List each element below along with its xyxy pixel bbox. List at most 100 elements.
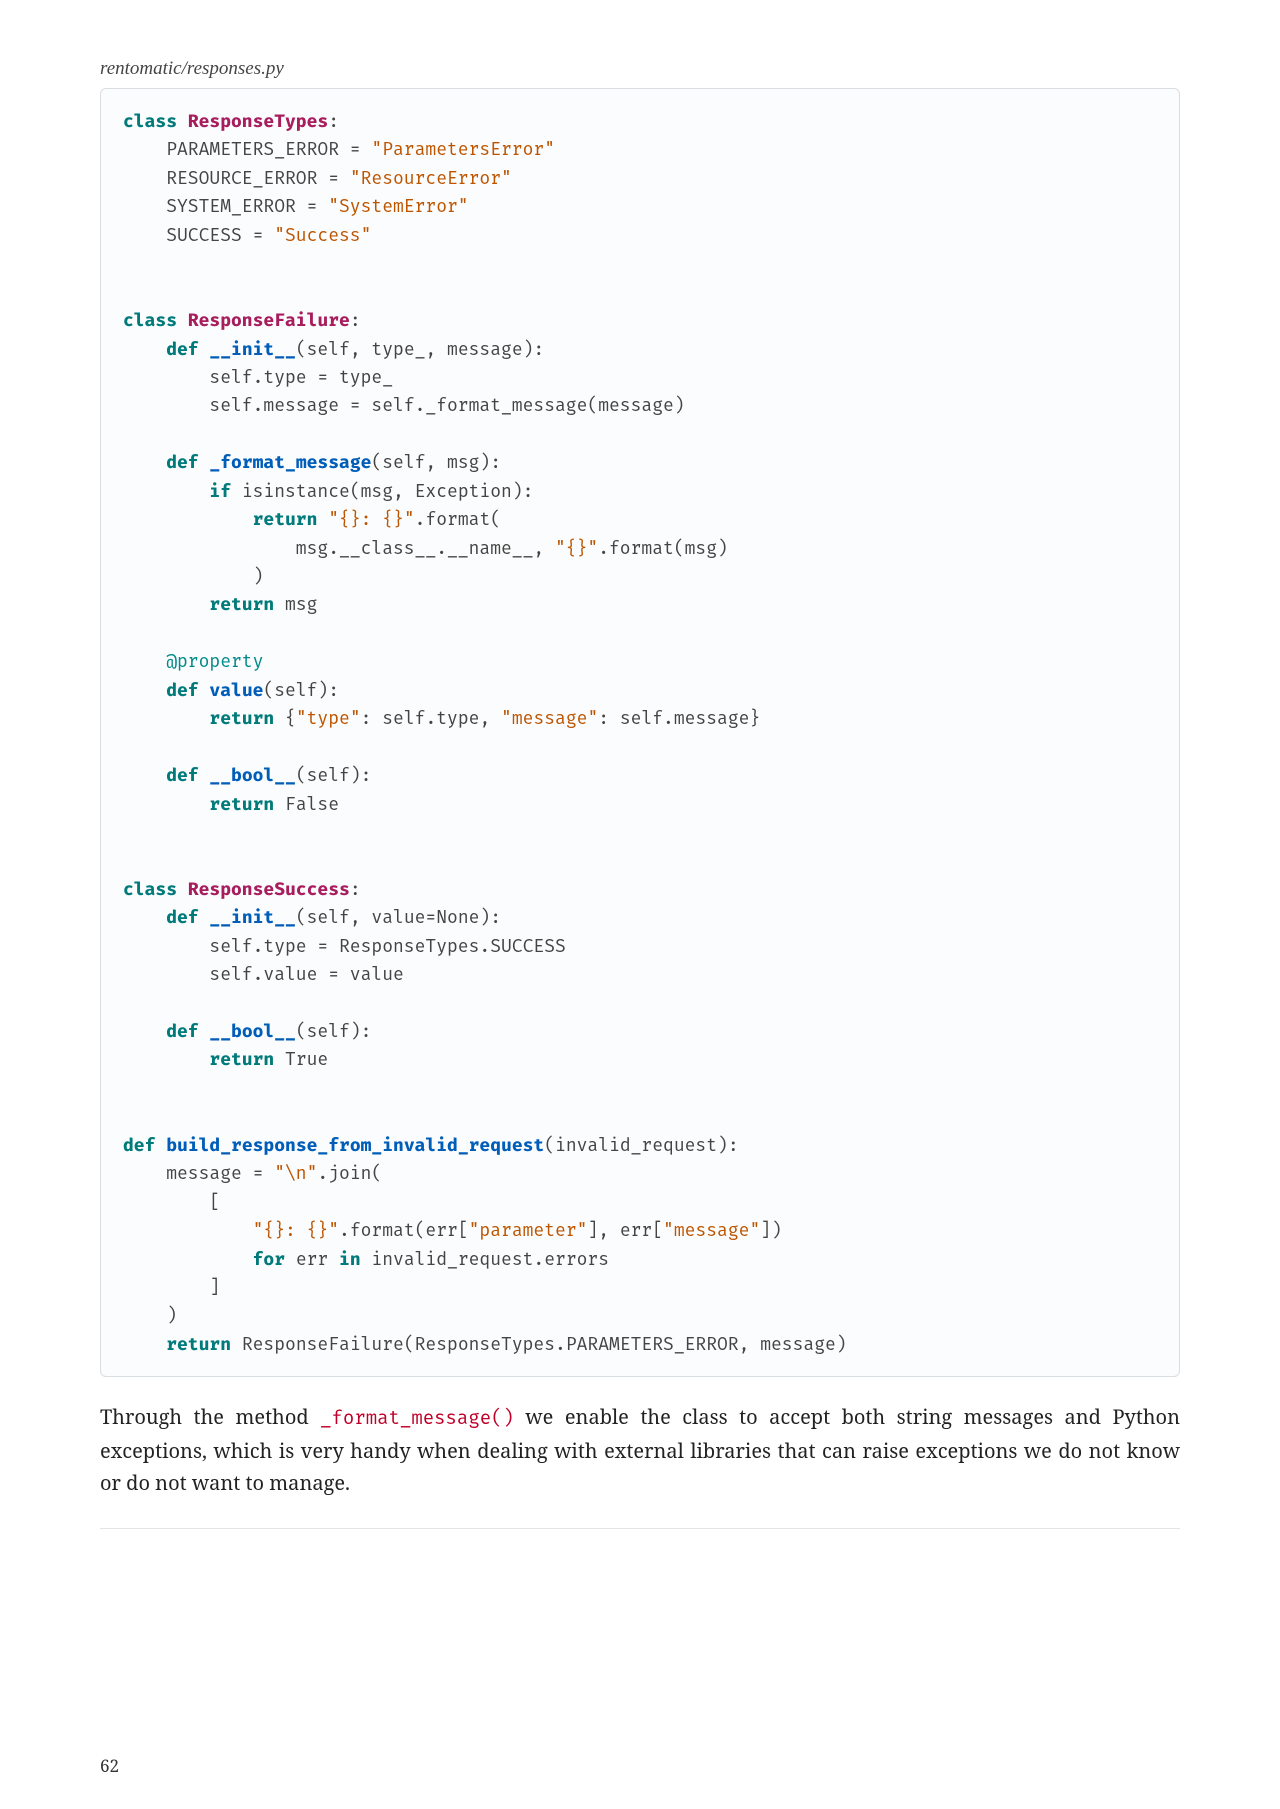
code-token xyxy=(123,593,209,615)
code-token: (self): xyxy=(296,1020,372,1042)
code-token xyxy=(123,707,209,729)
code-token: "type" xyxy=(296,707,361,729)
code-token: "parameter" xyxy=(469,1219,588,1241)
code-token xyxy=(177,878,188,900)
code-token: return xyxy=(209,707,274,729)
code-token: .format(msg) xyxy=(598,537,728,559)
code-token: (invalid_request): xyxy=(544,1134,738,1156)
code-token: ResponseFailure(ResponseTypes.PARAMETERS… xyxy=(231,1333,847,1355)
code-token: for xyxy=(253,1248,285,1270)
code-token: "\n" xyxy=(274,1162,317,1184)
code-token: isinstance(msg, Exception): xyxy=(231,480,533,502)
code-token: __init__ xyxy=(209,338,295,360)
code-token: __bool__ xyxy=(209,764,295,786)
code-token: class xyxy=(123,878,177,900)
code-token: _format_message xyxy=(209,451,371,473)
code-token: "{}: {}" xyxy=(328,508,414,530)
code-token xyxy=(317,508,328,530)
code-token: : xyxy=(350,309,361,331)
code-token: msg.__class__.__name__, xyxy=(123,537,555,559)
code-token xyxy=(123,1219,253,1241)
code-caption: rentomatic/responses.py xyxy=(100,58,1180,80)
code-token xyxy=(123,338,166,360)
code-token xyxy=(123,793,209,815)
code-token: "{}: {}" xyxy=(253,1219,339,1241)
code-token xyxy=(123,650,166,672)
code-token xyxy=(199,1020,210,1042)
code-token: { xyxy=(274,707,296,729)
code-token: .format(err[ xyxy=(339,1219,469,1241)
code-token: @property xyxy=(166,650,263,672)
code-token: self.value = value xyxy=(123,963,404,985)
code-token: ) xyxy=(123,1304,177,1326)
code-token: ) xyxy=(123,565,263,587)
code-token xyxy=(177,309,188,331)
code-token: msg xyxy=(274,593,317,615)
code-token xyxy=(123,1048,209,1070)
code-token: return xyxy=(209,593,274,615)
code-token: def xyxy=(166,679,198,701)
code-token xyxy=(123,764,166,786)
code-token: "ParametersError" xyxy=(371,138,555,160)
code-token: RESOURCE_ERROR = xyxy=(123,167,350,189)
code-token: : self.message} xyxy=(598,707,760,729)
code-token: (self, value=None): xyxy=(296,906,501,928)
code-token: return xyxy=(209,1048,274,1070)
code-token: in xyxy=(339,1248,361,1270)
page: rentomatic/responses.py class ResponseTy… xyxy=(0,0,1280,1809)
code-token xyxy=(123,1248,253,1270)
code-token: self.type = type_ xyxy=(123,366,393,388)
code-token xyxy=(199,679,210,701)
code-token: (self, type_, message): xyxy=(296,338,544,360)
code-token: .format( xyxy=(415,508,501,530)
code-token: "SystemError" xyxy=(328,195,468,217)
code-token: build_response_from_invalid_request xyxy=(166,1134,544,1156)
code-token: "Success" xyxy=(274,224,371,246)
code-token: return xyxy=(166,1333,231,1355)
code-token: : xyxy=(350,878,361,900)
code-token: ] xyxy=(123,1276,220,1298)
code-token: self.message = self._format_message(mess… xyxy=(123,394,685,416)
code-token: SYSTEM_ERROR = xyxy=(123,195,328,217)
code-token: return xyxy=(253,508,318,530)
code-token: : xyxy=(328,110,339,132)
code-token: True xyxy=(274,1048,328,1070)
code-token: "message" xyxy=(501,707,598,729)
code-token xyxy=(199,906,210,928)
code-token: def xyxy=(166,338,198,360)
page-number: 62 xyxy=(100,1754,119,1777)
code-token xyxy=(123,1020,166,1042)
code-token: def xyxy=(166,764,198,786)
code-token xyxy=(199,764,210,786)
code-token: SUCCESS = xyxy=(123,224,274,246)
code-token xyxy=(199,451,210,473)
code-token: ResponseTypes xyxy=(188,110,328,132)
code-token xyxy=(123,480,209,502)
code-token: class xyxy=(123,309,177,331)
inline-code: _format_message() xyxy=(320,1407,514,1430)
code-token: class xyxy=(123,110,177,132)
code-token xyxy=(155,1134,166,1156)
code-token: __bool__ xyxy=(209,1020,295,1042)
code-token: ]) xyxy=(760,1219,782,1241)
code-token: err xyxy=(285,1248,339,1270)
code-token xyxy=(123,679,166,701)
code-token: self.type = ResponseTypes.SUCCESS xyxy=(123,935,566,957)
code-token: def xyxy=(166,451,198,473)
code-token: "ResourceError" xyxy=(350,167,512,189)
code-token xyxy=(199,338,210,360)
code-token: .join( xyxy=(317,1162,382,1184)
code-token: __init__ xyxy=(209,906,295,928)
code-token: False xyxy=(274,793,339,815)
code-token xyxy=(177,110,188,132)
code-token xyxy=(123,451,166,473)
code-token: PARAMETERS_ERROR = xyxy=(123,138,371,160)
code-token: invalid_request.errors xyxy=(361,1248,609,1270)
code-token: [ xyxy=(123,1191,220,1213)
code-token: : self.type, xyxy=(361,707,501,729)
code-token: "{}" xyxy=(555,537,598,559)
code-token: (self): xyxy=(296,764,372,786)
code-token: (self, msg): xyxy=(371,451,501,473)
code-token xyxy=(123,906,166,928)
code-token xyxy=(123,508,253,530)
